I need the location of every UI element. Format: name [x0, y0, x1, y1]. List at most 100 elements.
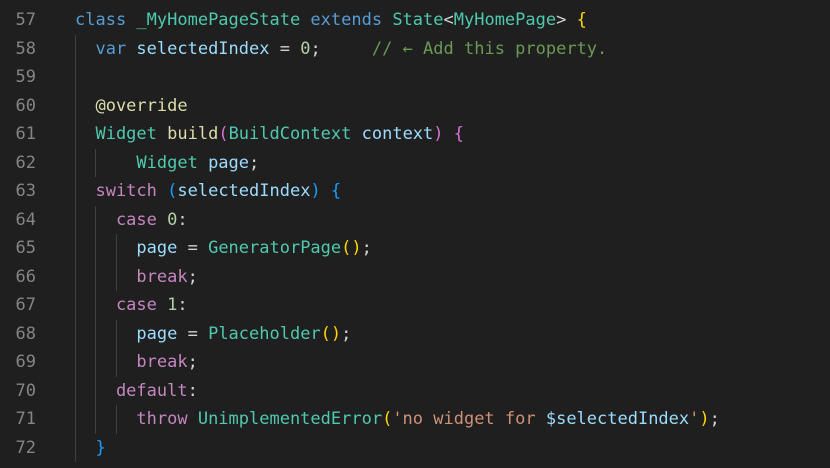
line-code: break;: [75, 263, 198, 292]
indent-guide: [115, 405, 117, 434]
line-code: }: [75, 434, 106, 463]
line-code: Widget page;: [75, 149, 259, 178]
code-token: 0: [167, 209, 178, 230]
code-token: MyHomePage: [453, 10, 557, 30]
code-line[interactable]: 61 Widget build(BuildContext context) {: [0, 120, 830, 149]
code-token: ;: [361, 238, 372, 258]
line-code: case 0:: [75, 206, 188, 235]
line-code: @override: [75, 92, 188, 121]
code-token: page: [75, 323, 188, 344]
line-number: 70: [15, 380, 36, 401]
code-token: ;: [187, 266, 198, 287]
code-token: (: [218, 124, 229, 144]
code-token: page: [208, 152, 250, 173]
code-token: (): [341, 238, 362, 258]
code-token: $selectedIndex: [545, 409, 690, 429]
code-token: (: [167, 181, 178, 201]
code-token: >: [556, 10, 577, 30]
code-line[interactable]: 71 throw UnimplementedError('no widget f…: [0, 405, 830, 434]
code-token: context: [361, 124, 434, 144]
code-token: ;: [310, 38, 372, 59]
code-token: ): [433, 124, 454, 144]
code-token: page: [75, 238, 188, 258]
code-token: throw: [75, 409, 198, 429]
code-token: UnimplementedError: [197, 409, 383, 429]
line-code: page = GeneratorPage();: [75, 234, 372, 263]
line-number: 64: [15, 209, 36, 230]
code-line[interactable]: 57 class _MyHomePageState extends State<M…: [0, 6, 830, 35]
line-code: throw UnimplementedError('no widget for …: [75, 405, 720, 434]
code-token: ): [310, 181, 331, 201]
code-token: extends: [310, 10, 393, 30]
code-token: selectedIndex: [136, 38, 280, 59]
indent-guide: [75, 34, 76, 462]
code-line[interactable]: 68 page = Placeholder();: [0, 320, 830, 349]
code-token: :: [177, 209, 188, 230]
code-token: ': [689, 409, 700, 429]
code-editor[interactable]: 57 class _MyHomePageState extends State<M…: [0, 0, 830, 468]
indent-guide: [115, 234, 117, 291]
indent-guide: [115, 319, 117, 377]
code-token: }: [75, 437, 106, 458]
code-token: (): [320, 323, 342, 344]
code-line[interactable]: 69 break;: [0, 348, 830, 377]
code-line[interactable]: 60 @override: [0, 92, 830, 121]
line-code: switch (selectedIndex) {: [75, 177, 341, 206]
code-token: selectedIndex: [177, 181, 311, 201]
code-token: State: [392, 10, 444, 30]
code-line[interactable]: 64 case 0:: [0, 206, 830, 235]
code-token: break: [75, 352, 188, 372]
code-token: case: [75, 209, 168, 230]
line-number: 68: [15, 323, 36, 344]
code-line[interactable]: 58 var selectedIndex = 0; // ← Add this …: [0, 35, 830, 64]
code-token: <: [443, 10, 454, 30]
code-token: ;: [341, 323, 352, 344]
code-line[interactable]: 65 page = GeneratorPage();: [0, 234, 830, 263]
code-token: var: [75, 38, 137, 59]
line-number: 58: [15, 38, 36, 59]
code-token: {: [330, 181, 342, 201]
line-number: 59: [15, 67, 36, 87]
code-token: @override: [75, 95, 188, 116]
code-token: =: [187, 238, 209, 258]
line-code: var selectedIndex = 0; // ← Add this pro…: [75, 35, 607, 64]
indent-guide: [95, 148, 97, 177]
line-number: 67: [15, 295, 36, 315]
code-token: 1: [167, 295, 178, 315]
code-token: switch: [75, 181, 168, 201]
code-token: ;: [249, 152, 260, 173]
line-code: case 1:: [75, 291, 188, 320]
line-number: 61: [15, 124, 36, 144]
code-token: ): [699, 409, 710, 429]
line-code: default:: [75, 377, 198, 406]
code-line[interactable]: 72 }: [0, 434, 830, 463]
code-token: =: [187, 323, 209, 344]
code-line[interactable]: 63 switch (selectedIndex) {: [0, 177, 830, 206]
code-token: GeneratorPage: [208, 238, 342, 258]
code-token: BuildContext: [228, 124, 362, 144]
code-token: // ← Add this property.: [371, 38, 608, 59]
code-token: build: [167, 124, 219, 144]
line-number: 71: [15, 409, 36, 429]
indent-guide: [95, 205, 97, 434]
code-token: break: [75, 266, 188, 287]
code-token: =: [279, 38, 301, 59]
code-line[interactable]: 70 default:: [0, 377, 830, 406]
line-code: class _MyHomePageState extends State<MyH…: [75, 6, 587, 35]
code-line[interactable]: 62 Widget page;: [0, 149, 830, 178]
code-token: ;: [709, 409, 720, 429]
code-token: :: [177, 295, 188, 315]
code-token: {: [576, 10, 587, 30]
code-token: 0: [300, 38, 311, 59]
code-token: default: [75, 380, 188, 401]
code-token: _MyHomePageState: [136, 10, 311, 30]
code-token: (: [382, 409, 393, 429]
code-line[interactable]: 67 case 1:: [0, 291, 830, 320]
line-number: 69: [15, 352, 36, 372]
code-token: :: [187, 380, 198, 401]
code-line[interactable]: 66 break;: [0, 263, 830, 292]
line-number: 63: [15, 181, 36, 201]
code-token: 'no widget for: [392, 409, 546, 429]
code-line[interactable]: 59: [0, 63, 830, 92]
line-number: 57: [15, 10, 36, 30]
